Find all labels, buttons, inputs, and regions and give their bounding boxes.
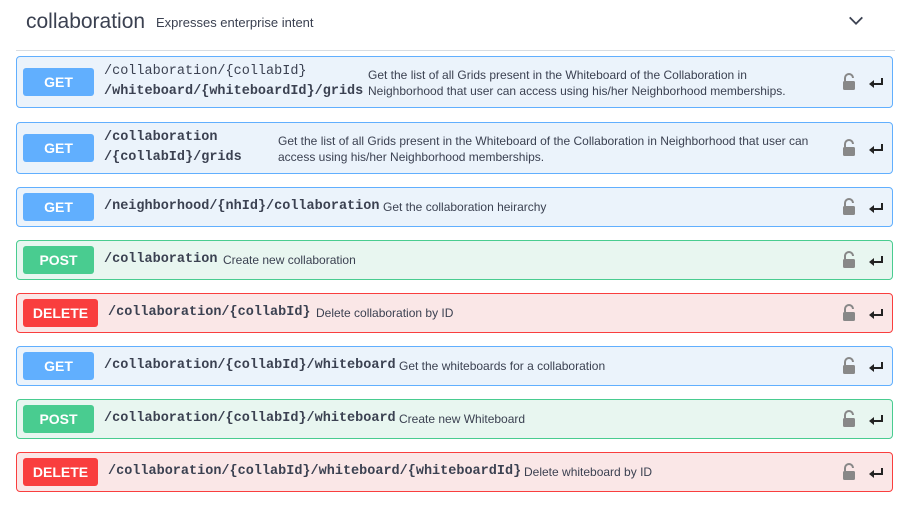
operation-get-collab-grids[interactable]: GET /collaboration /{collabId}/grids Get… (16, 122, 893, 174)
method-badge: GET (23, 193, 94, 221)
method-badge: POST (23, 405, 94, 433)
return-arrow-icon[interactable] (868, 254, 884, 268)
path-line-1: /collaboration/{collabId} (104, 64, 307, 79)
operation-path: /collaboration/{collabId}/whiteboard (104, 411, 396, 426)
operation-path: /collaboration/{collabId} /whiteboard/{w… (104, 62, 363, 102)
method-badge: GET (23, 134, 94, 162)
chevron-down-icon[interactable] (847, 12, 865, 30)
method-badge: GET (23, 352, 94, 380)
operation-summary: Delete collaboration by ID (316, 306, 454, 320)
operation-post-whiteboard[interactable]: POST /collaboration/{collabId}/whiteboar… (16, 399, 893, 439)
operation-path: /collaboration/{collabId}/whiteboard/{wh… (108, 464, 522, 479)
operation-get-neighborhood-collaboration[interactable]: GET /neighborhood/{nhId}/collaboration G… (16, 187, 893, 227)
operation-path: /neighborhood/{nhId}/collaboration (104, 199, 380, 214)
return-arrow-icon[interactable] (868, 466, 884, 480)
lock-icon[interactable] (842, 251, 856, 269)
operation-summary: Get the whiteboards for a collaboration (399, 359, 606, 373)
operation-summary: Create new Whiteboard (399, 412, 526, 426)
operation-summary: Get the collaboration heirarchy (383, 200, 547, 214)
lock-icon[interactable] (842, 139, 856, 157)
return-arrow-icon[interactable] (868, 360, 884, 374)
method-badge: GET (23, 68, 94, 96)
return-arrow-icon[interactable] (868, 307, 884, 321)
operation-path: /collaboration /{collabId}/grids (104, 128, 242, 168)
section-header[interactable]: collaboration Expresses enterprise inten… (16, 0, 895, 51)
operation-summary: Delete whiteboard by ID (524, 465, 653, 479)
operation-delete-collaboration[interactable]: DELETE /collaboration/{collabId} Delete … (16, 293, 893, 333)
lock-icon[interactable] (842, 73, 856, 91)
section-title: collaboration (26, 10, 146, 33)
operation-path: /collaboration/{collabId}/whiteboard (104, 358, 396, 373)
operation-path: /collaboration (104, 252, 218, 267)
lock-icon[interactable] (842, 304, 856, 322)
path-line-1: /collaboration (104, 130, 218, 145)
path-line-2: /{collabId}/grids (104, 150, 242, 165)
lock-icon[interactable] (842, 410, 856, 428)
return-arrow-icon[interactable] (868, 76, 884, 90)
return-arrow-icon[interactable] (868, 201, 884, 215)
operation-get-whiteboard-grids[interactable]: GET /collaboration/{collabId} /whiteboar… (16, 56, 893, 108)
path-line-2: /whiteboard/{whiteboardId}/grids (104, 84, 364, 99)
operation-summary: Get the list of all Grids present in the… (368, 68, 786, 98)
operation-summary: Create new collaboration (223, 253, 356, 267)
lock-icon[interactable] (842, 463, 856, 481)
lock-icon[interactable] (842, 357, 856, 375)
lock-icon[interactable] (842, 198, 856, 216)
operation-summary: Get the list of all Grids present in the… (278, 134, 809, 164)
operation-path: /collaboration/{collabId} (108, 305, 311, 320)
section-description: Expresses enterprise intent (156, 15, 314, 30)
method-badge: POST (23, 246, 94, 274)
operation-post-collaboration[interactable]: POST /collaboration Create new collabora… (16, 240, 893, 280)
method-badge: DELETE (23, 299, 98, 327)
method-badge: DELETE (23, 458, 98, 486)
return-arrow-icon[interactable] (868, 142, 884, 156)
operation-get-whiteboards[interactable]: GET /collaboration/{collabId}/whiteboard… (16, 346, 893, 386)
return-arrow-icon[interactable] (868, 413, 884, 427)
operation-delete-whiteboard[interactable]: DELETE /collaboration/{collabId}/whitebo… (16, 452, 893, 492)
